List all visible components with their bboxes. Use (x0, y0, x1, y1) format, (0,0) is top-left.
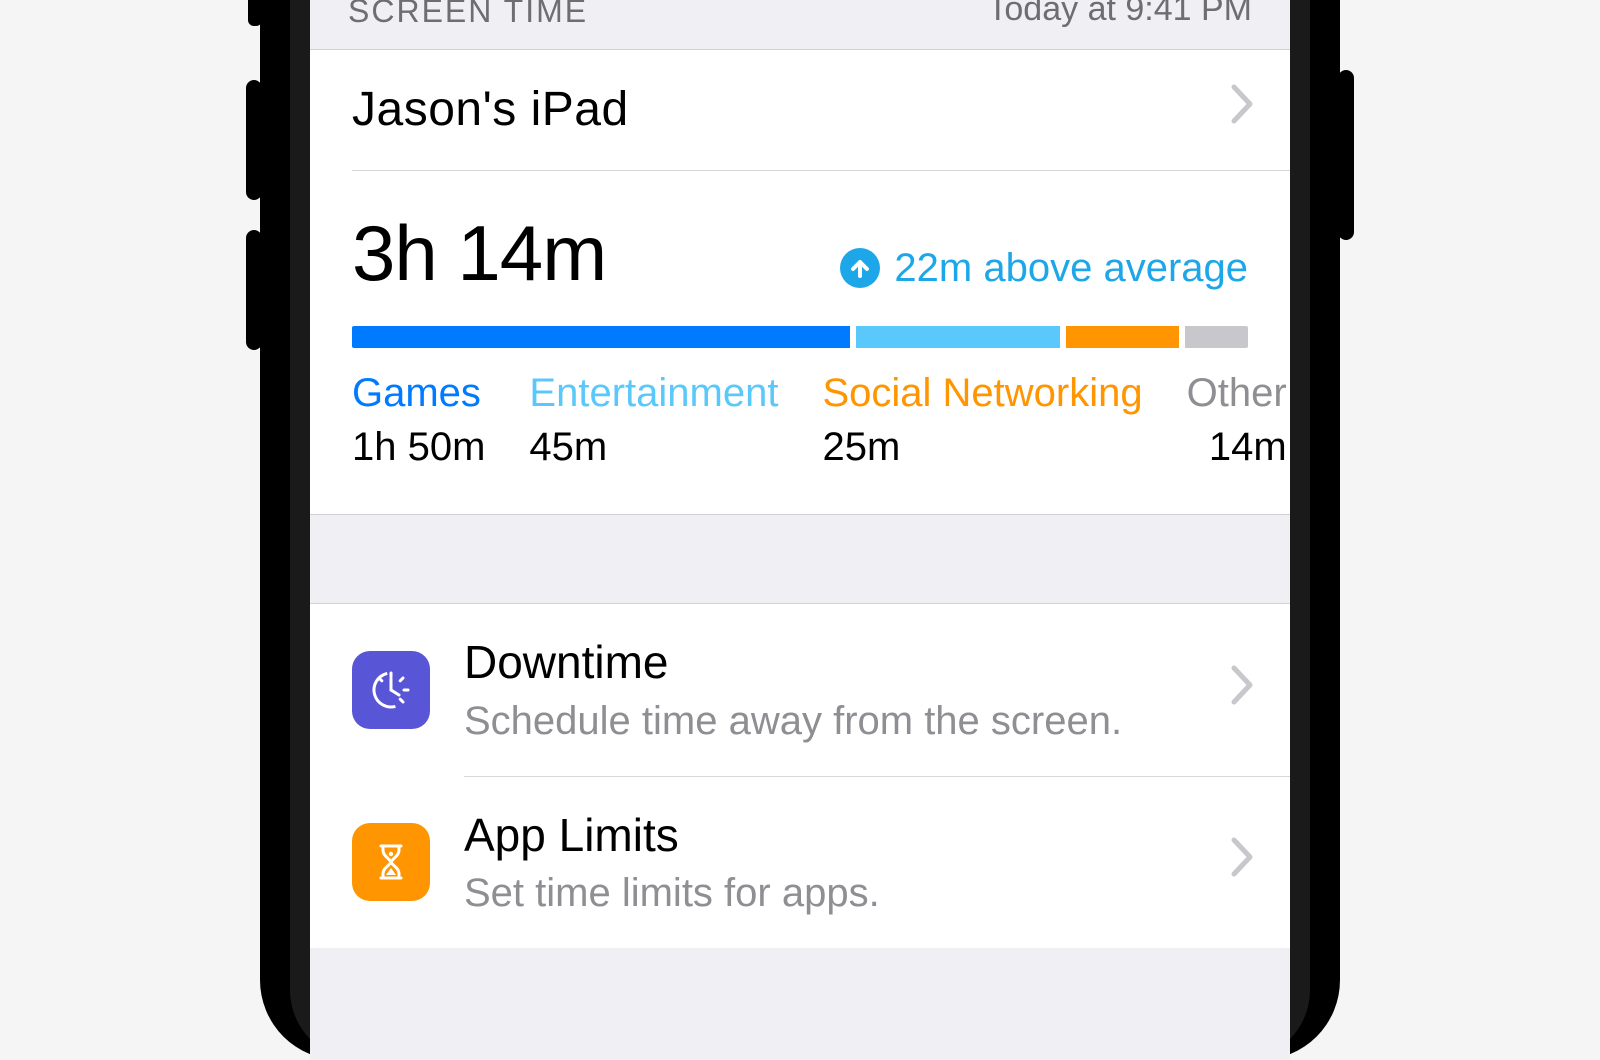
menu-title: Downtime (464, 634, 1122, 692)
category-label: Entertainment (529, 368, 778, 418)
category-duration: 14m (1187, 422, 1287, 472)
category-duration: 1h 50m (352, 422, 485, 472)
category-social-networking: Social Networking 25m (822, 368, 1142, 472)
menu-downtime[interactable]: Downtime Schedule time away from the scr… (310, 604, 1290, 776)
menu-app-limits[interactable]: App Limits Set time limits for apps. (310, 777, 1290, 949)
category-legend: Games 1h 50m Entertainment 45m Social Ne… (352, 368, 1248, 472)
phone-frame: SCREEN TIME Today at 9:41 PM Jason's iPa… (260, 0, 1340, 1060)
usage-delta: 22m above average (840, 243, 1248, 293)
menu-title: App Limits (464, 807, 880, 865)
category-label: Social Networking (822, 368, 1142, 418)
mute-switch (248, 0, 262, 26)
phone-bezel: SCREEN TIME Today at 9:41 PM Jason's iPa… (290, 0, 1310, 1060)
category-entertainment: Entertainment 45m (529, 368, 778, 472)
chevron-right-icon (1230, 836, 1256, 889)
section-gap (310, 514, 1290, 604)
chevron-right-icon (1230, 664, 1256, 717)
section-timestamp: Today at 9:41 PM (987, 0, 1252, 31)
chevron-right-icon (1230, 83, 1256, 136)
menu-subtitle: Set time limits for apps. (464, 868, 880, 918)
menu-subtitle: Schedule time away from the screen. (464, 696, 1122, 746)
clock-dial-icon (352, 651, 430, 729)
volume-down-button (246, 230, 262, 350)
category-bar-chart (352, 326, 1248, 348)
usage-card: Jason's iPad 3h 14m 22m above average (310, 50, 1290, 515)
arrow-up-circle-icon (840, 248, 880, 288)
category-games: Games 1h 50m (352, 368, 485, 472)
bar-segment-social (1066, 326, 1179, 348)
category-label: Games (352, 368, 485, 418)
hourglass-icon (352, 823, 430, 901)
device-row[interactable]: Jason's iPad (310, 50, 1290, 170)
bar-segment-ent (856, 326, 1060, 348)
bar-segment-other (1185, 326, 1248, 348)
volume-up-button (246, 80, 262, 200)
controls-card: Downtime Schedule time away from the scr… (310, 604, 1290, 948)
device-name: Jason's iPad (352, 80, 629, 140)
screen: SCREEN TIME Today at 9:41 PM Jason's iPa… (310, 0, 1290, 1060)
total-time: 3h 14m (352, 205, 606, 303)
category-label: Other (1187, 368, 1287, 418)
category-duration: 25m (822, 422, 1142, 472)
bar-segment-games (352, 326, 850, 348)
usage-delta-text: 22m above average (894, 243, 1248, 293)
section-header: SCREEN TIME Today at 9:41 PM (310, 0, 1290, 50)
category-duration: 45m (529, 422, 778, 472)
usage-summary[interactable]: 3h 14m 22m above average Games 1h 50m (310, 171, 1290, 515)
power-button (1338, 70, 1354, 240)
section-title: SCREEN TIME (348, 0, 588, 31)
category-other: Other 14m (1187, 368, 1287, 472)
